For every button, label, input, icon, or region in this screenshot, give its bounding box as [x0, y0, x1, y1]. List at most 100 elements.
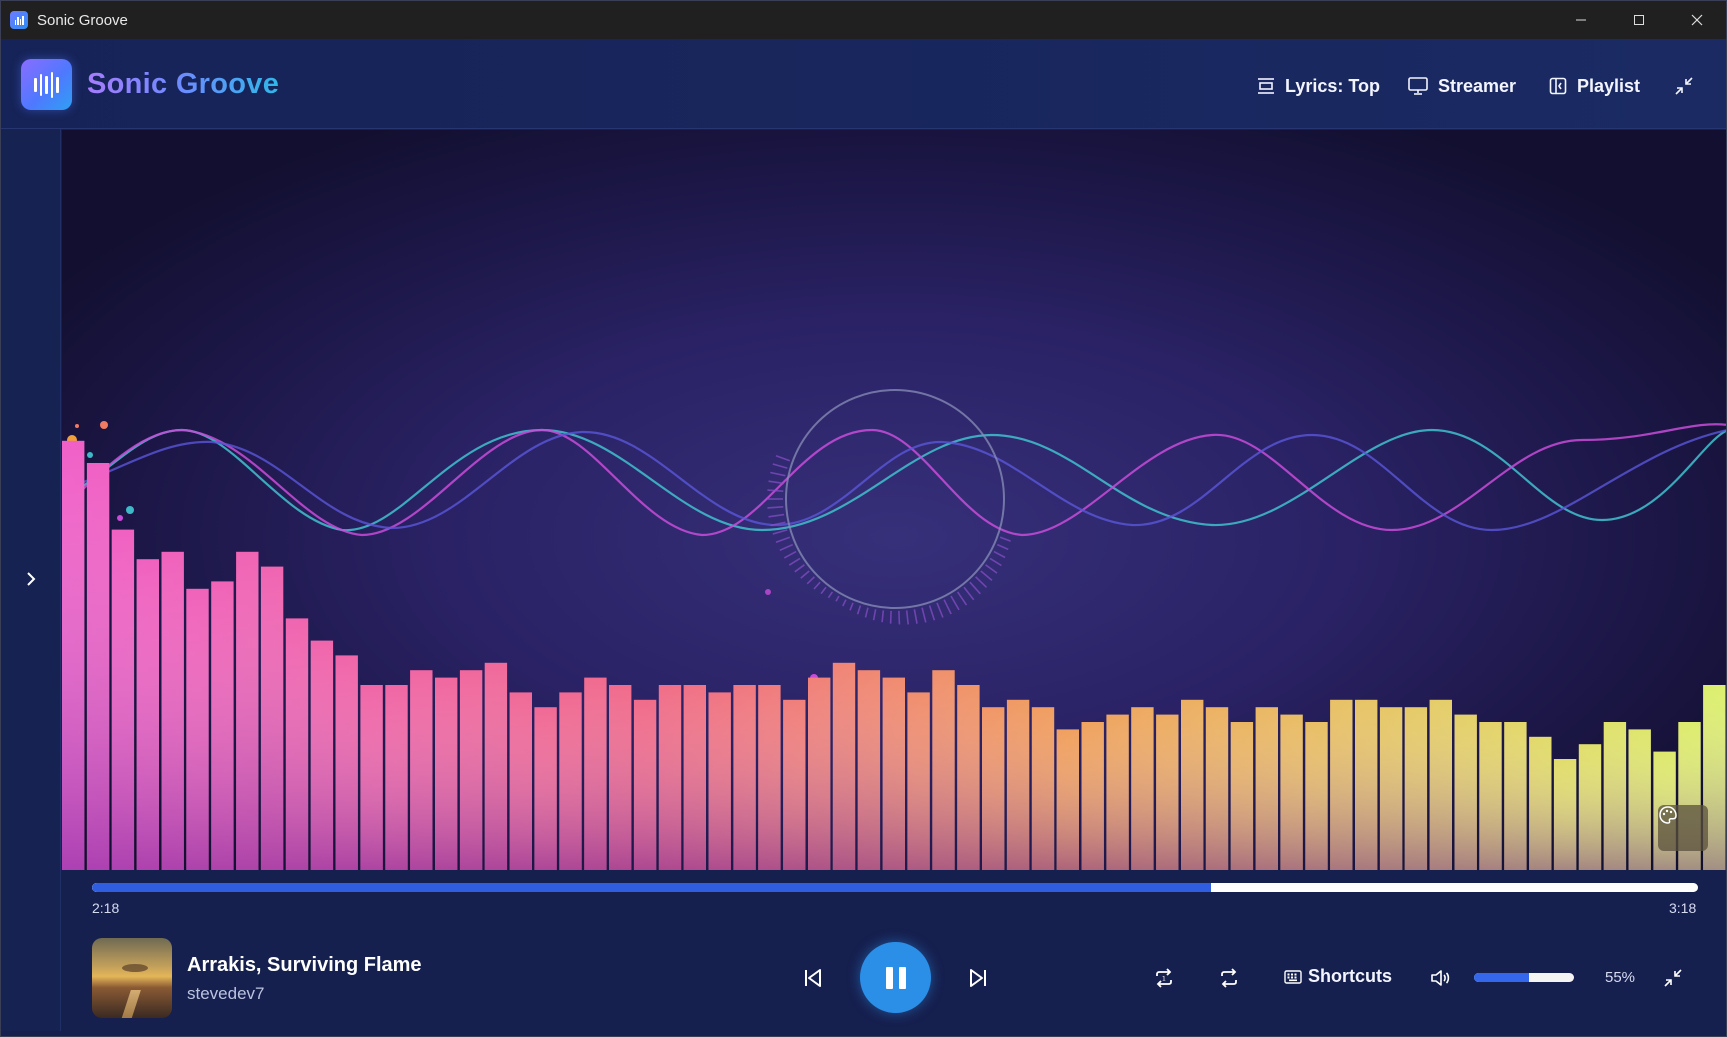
pause-icon	[885, 966, 893, 989]
spectrum-bar-shade	[1181, 699, 1204, 870]
spectrum-bars	[62, 440, 1726, 870]
spectrum-bar-shade	[62, 440, 85, 870]
spectrum-bar-shade	[435, 677, 458, 870]
svg-text:1: 1	[1162, 976, 1166, 983]
seek-bar[interactable]	[92, 883, 1698, 892]
streamer-button[interactable]: Streamer	[1408, 73, 1516, 99]
spectrum-bar-shade	[1404, 707, 1428, 870]
spectrum-bar-shade	[1131, 707, 1154, 870]
minimize-arrows-icon	[1664, 969, 1682, 987]
brand-name: Sonic Groove	[87, 68, 280, 100]
spectrum-bar-shade	[957, 685, 980, 870]
collapse-header-button[interactable]	[1675, 73, 1693, 99]
volume-slider-fill	[1474, 973, 1529, 982]
maximize-window-button[interactable]	[1610, 1, 1668, 39]
spectrum-bar-shade	[932, 670, 955, 870]
spectrum-bar-shade	[86, 463, 110, 870]
volume-icon	[1431, 970, 1450, 986]
spectrum-bar-shade	[882, 677, 905, 870]
spectrum-bar-shade	[360, 685, 383, 870]
pause-button[interactable]	[860, 942, 931, 1013]
total-duration: 3:18	[1669, 900, 1697, 916]
playlist-label: Playlist	[1577, 75, 1641, 96]
spectrum-bar-shade	[1578, 744, 1602, 870]
spectrum-bar-shade	[459, 670, 483, 870]
app-window: Sonic Groove Sonic Groove Lyrics: Top St…	[0, 0, 1727, 1037]
repeat-all-icon: 1	[1156, 968, 1172, 988]
spectrum-bar-shade	[857, 670, 881, 870]
mute-button[interactable]	[1427, 965, 1453, 991]
app-icon	[10, 11, 28, 29]
spectrum-bar-shade	[1628, 729, 1651, 870]
spectrum-bar-shade	[1031, 707, 1055, 870]
spectrum-bar-shade	[1230, 722, 1254, 870]
spectrum-bar-shade	[534, 707, 557, 870]
repeat-button[interactable]	[1216, 965, 1242, 991]
spectrum-bar-shade	[136, 559, 159, 870]
minimize-icon	[1576, 19, 1586, 21]
shortcuts-button[interactable]: Shortcuts	[1284, 966, 1392, 987]
spectrum-bar-shade	[584, 677, 607, 870]
previous-track-button[interactable]	[798, 963, 828, 993]
spectrum-bar-shade	[484, 662, 508, 870]
spectrum-bar-shade	[1553, 759, 1577, 870]
spectrum-bar-shade	[733, 685, 756, 870]
beat-ring	[767, 389, 1011, 625]
maximize-icon	[1634, 15, 1644, 25]
app-header: Sonic Groove Lyrics: Top Streamer Playli…	[1, 39, 1726, 129]
spectrum-bar-shade	[509, 692, 532, 870]
track-title: Arrakis, Surviving Flame	[187, 954, 422, 976]
spectrum-bar-shade	[1305, 722, 1328, 870]
spectrum-bar-shade	[1081, 722, 1104, 870]
spectrum-bar-shade	[907, 692, 930, 870]
monitor-icon	[1408, 77, 1428, 95]
spectrum-bar-shade	[186, 588, 209, 870]
spectrum-bar-shade	[1529, 736, 1552, 870]
window-title: Sonic Groove	[37, 11, 128, 29]
repeat-icon	[1221, 968, 1237, 988]
palette-icon	[1659, 806, 1677, 824]
spectrum-bar-shade	[310, 640, 334, 870]
spectrum-bar-shade	[1255, 707, 1278, 870]
playlist-button[interactable]: Playlist	[1549, 73, 1640, 99]
audio-visualizer	[62, 130, 1726, 870]
spectrum-bar-shade	[1429, 699, 1452, 870]
spectrum-bar-shade	[1156, 714, 1179, 870]
spectrum-bar-shade	[1280, 714, 1303, 870]
spectrum-bar-shade	[758, 685, 781, 870]
album-art	[92, 938, 172, 1018]
close-window-button[interactable]	[1668, 1, 1726, 39]
volume-percentage: 55%	[1605, 969, 1636, 986]
spectrum-bar-shade	[260, 566, 284, 870]
seek-bar-fill	[92, 883, 1212, 892]
palette-button[interactable]	[1658, 805, 1708, 851]
lyrics-position-button[interactable]: Lyrics: Top	[1257, 73, 1380, 99]
spectrum-bar-shade	[1006, 699, 1030, 870]
close-icon	[1691, 14, 1703, 26]
spectrum-bar-shade	[285, 618, 309, 870]
spectrum-bar-shade	[1330, 699, 1353, 870]
spectrum-bar-shade	[211, 581, 234, 870]
skip-previous-icon	[805, 969, 821, 987]
spectrum-bar-shade	[559, 692, 582, 870]
spectrum-bar-shade	[410, 670, 433, 870]
compact-mode-button[interactable]	[1660, 965, 1686, 991]
spectrum-bar-shade	[1205, 707, 1229, 870]
spectrum-bar-shade	[633, 699, 657, 870]
spectrum-bar-shade	[982, 707, 1005, 870]
next-track-button[interactable]	[963, 963, 993, 993]
spectrum-bar-shade	[708, 692, 731, 870]
minimize-window-button[interactable]	[1552, 1, 1610, 39]
track-artist: stevedev7	[187, 984, 265, 1003]
chevron-right-icon[interactable]	[21, 569, 41, 589]
spectrum-bar-shade	[1355, 699, 1378, 870]
waveform-lines	[62, 423, 1726, 537]
spectrum-bar-shade	[832, 662, 856, 870]
minimize-arrows-icon	[1675, 77, 1693, 95]
title-bar: Sonic Groove	[1, 1, 1726, 39]
spectrum-bar-shade	[161, 551, 184, 870]
volume-slider[interactable]	[1474, 973, 1574, 982]
spectrum-bar-shade	[1056, 729, 1079, 870]
shuffle-button[interactable]: 1	[1151, 965, 1177, 991]
spectrum-bar-shade	[1479, 722, 1502, 870]
